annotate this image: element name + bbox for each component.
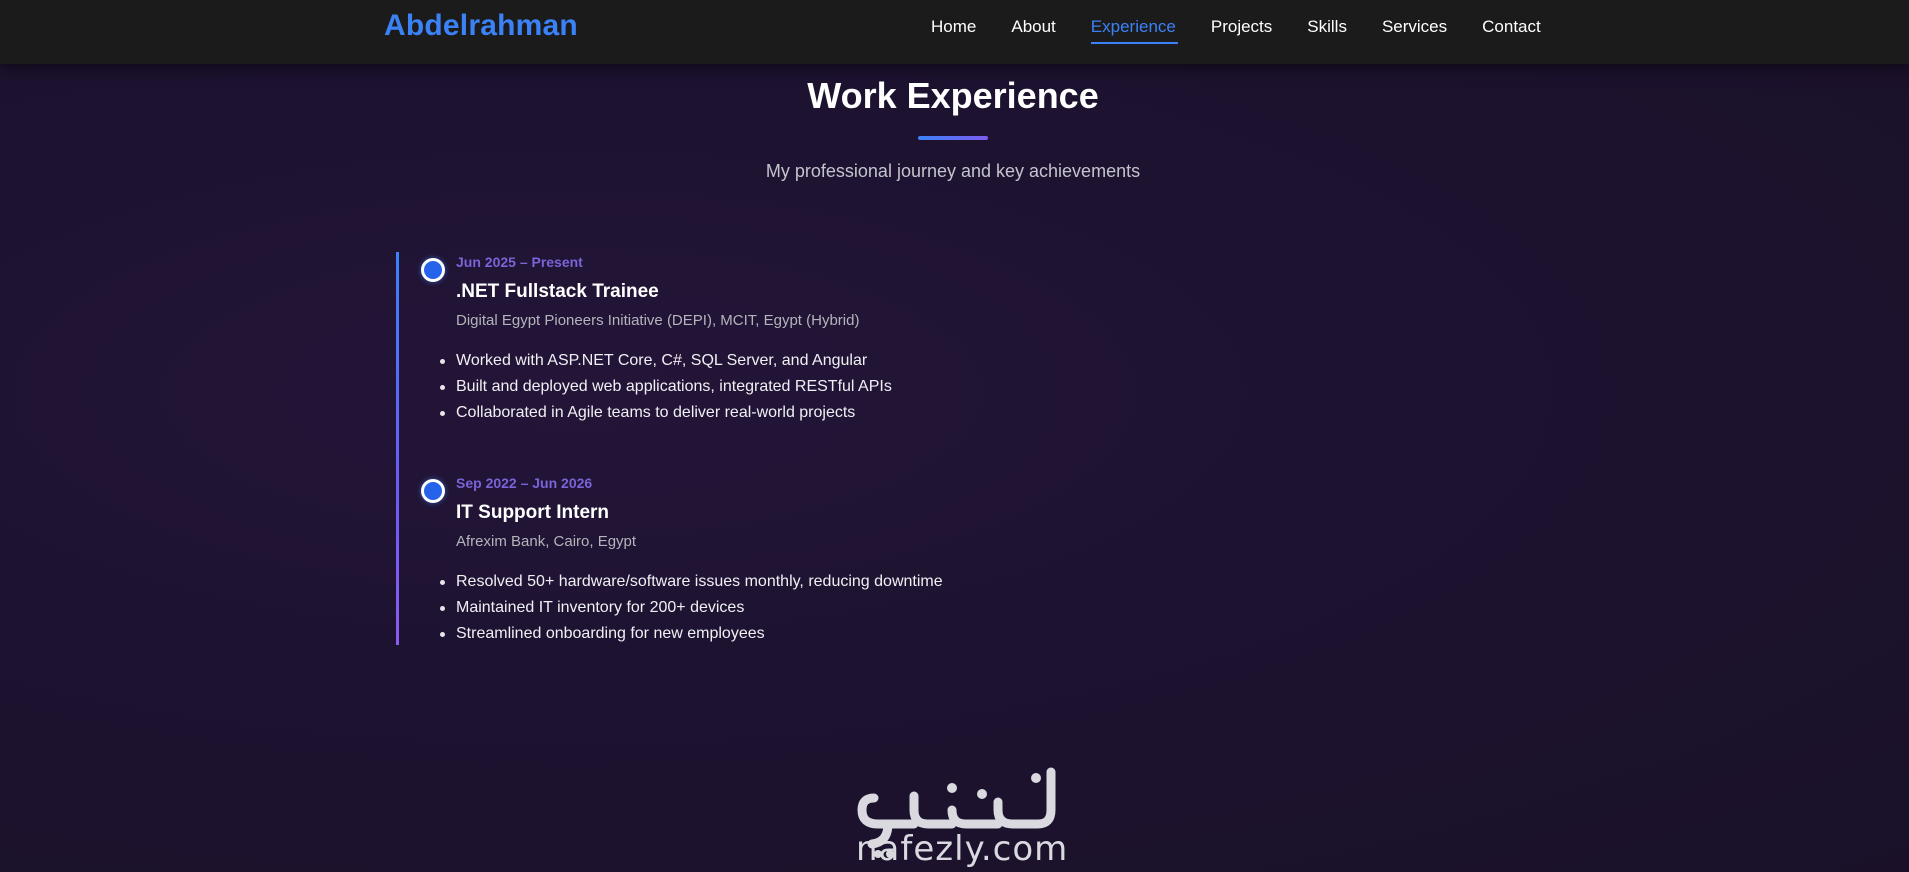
list-item: Streamlined onboarding for new employees [440, 621, 1156, 647]
nav-link-home[interactable]: Home [931, 17, 976, 37]
nav-link-contact[interactable]: Contact [1482, 17, 1541, 37]
timeline-line [396, 252, 399, 645]
experience-entry: Sep 2022 – Jun 2026 IT Support Intern Af… [440, 475, 1156, 647]
experience-org: Digital Egypt Pioneers Initiative (DEPI)… [456, 312, 860, 329]
list-item: Maintained IT inventory for 200+ devices [440, 595, 1156, 621]
nav-link-skills[interactable]: Skills [1307, 17, 1347, 37]
experience-date: Jun 2025 – Present [456, 254, 583, 270]
nav-link-services[interactable]: Services [1382, 17, 1447, 37]
experience-org: Afrexim Bank, Cairo, Egypt [456, 533, 637, 550]
title-underline [918, 136, 988, 140]
nav-link-about[interactable]: About [1011, 17, 1055, 37]
nav-links: Home About Experience Projects Skills Se… [931, 17, 1576, 44]
section-subtitle: My professional journey and key achievem… [765, 161, 1141, 181]
list-item: Resolved 50+ hardware/software issues mo… [440, 569, 1156, 595]
experience-bullets: Worked with ASP.NET Core, C#, SQL Server… [440, 348, 1156, 426]
experience-date: Sep 2022 – Jun 2026 [456, 475, 593, 491]
section-title: Work Experience [807, 75, 1099, 116]
experience-role: .NET Fullstack Trainee [456, 281, 659, 302]
timeline-dot [421, 479, 445, 503]
experience-bullets: Resolved 50+ hardware/software issues mo… [440, 569, 1156, 647]
nav-link-experience[interactable]: Experience [1090, 17, 1178, 44]
experience-entry: Jun 2025 – Present .NET Fullstack Traine… [440, 254, 1156, 426]
list-item: Collaborated in Agile teams to deliver r… [440, 400, 1156, 426]
experience-role: IT Support Intern [456, 502, 610, 523]
nav-link-projects[interactable]: Projects [1211, 17, 1272, 37]
list-item: Worked with ASP.NET Core, C#, SQL Server… [440, 348, 1156, 374]
brand-logo[interactable]: Abdelrahman [384, 9, 578, 43]
list-item: Built and deployed web applications, int… [440, 374, 1156, 400]
timeline-dot [421, 258, 445, 282]
watermark-text: nafezly.com [856, 829, 1069, 869]
top-navbar: Abdelrahman Home About Experience Projec… [0, 0, 1909, 64]
